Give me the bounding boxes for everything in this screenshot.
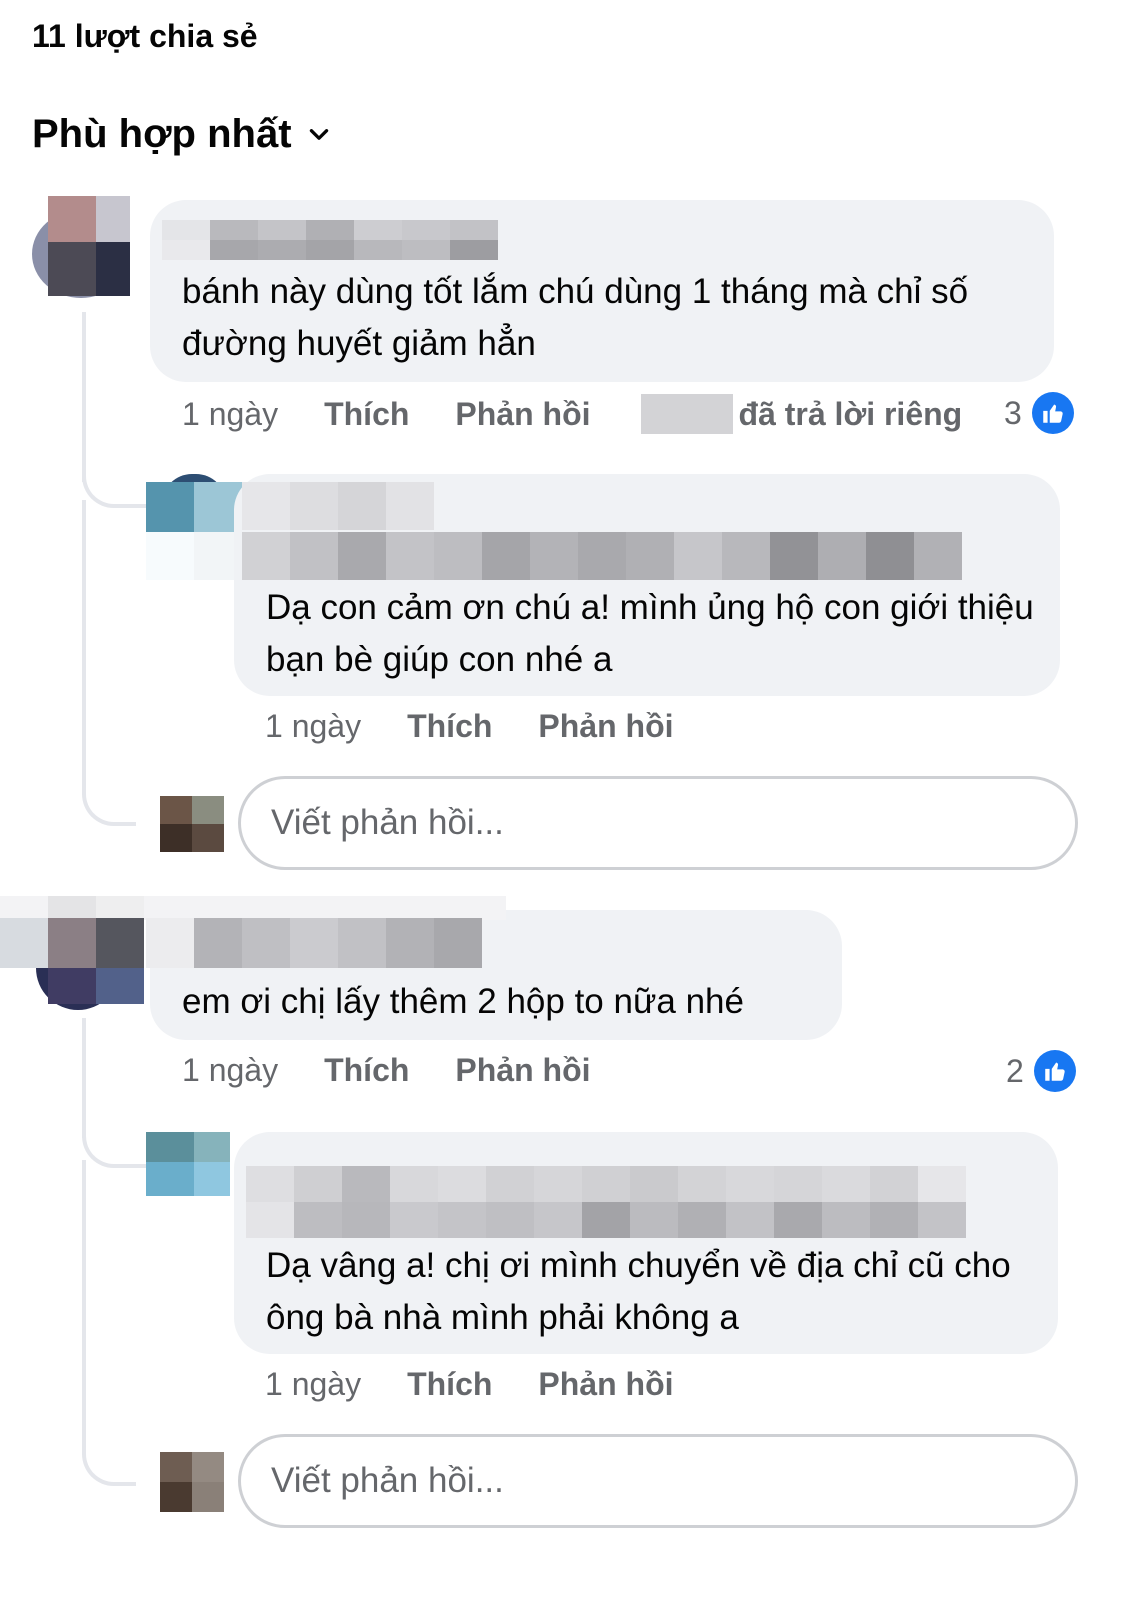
like-button[interactable]: Thích [324, 396, 409, 433]
like-button[interactable]: Thích [407, 708, 492, 745]
author-badge-redacted [242, 532, 962, 580]
reply-text: Dạ vâng a! chị ơi mình chuyển về địa chỉ… [266, 1246, 1011, 1337]
reply-time[interactable]: 1 ngày [265, 1366, 361, 1403]
thread-connector [82, 1440, 136, 1486]
current-user-avatar [160, 1452, 224, 1512]
comment-bubble: bánh này dùng tốt lắm chú dùng 1 tháng m… [150, 200, 1054, 382]
comment-time[interactable]: 1 ngày [182, 396, 278, 433]
reply-button[interactable]: Phản hồi [538, 708, 673, 745]
sort-label: Phù hợp nhất [32, 112, 292, 156]
author-name-redacted [162, 220, 498, 260]
author-name-redacted [242, 482, 442, 530]
reply-actions: 1 ngày Thích Phản hồi [265, 708, 720, 745]
avatar[interactable] [32, 196, 130, 300]
comment-time[interactable]: 1 ngày [182, 1052, 278, 1089]
reaction-summary[interactable]: 2 [1006, 1050, 1076, 1092]
reply-button[interactable]: Phản hồi [455, 396, 590, 433]
reaction-count: 3 [1004, 394, 1022, 431]
share-count[interactable]: 11 lượt chia sẻ [32, 18, 258, 55]
current-user-avatar [160, 796, 224, 852]
chevron-down-icon [309, 128, 328, 140]
reply-input-placeholder: Viết phản hồi... [271, 1461, 504, 1500]
like-button[interactable]: Thích [324, 1052, 409, 1089]
author-badge-redacted [246, 1166, 966, 1244]
reply-actions: 1 ngày Thích Phản hồi [265, 1366, 720, 1403]
comment-actions: 1 ngày Thích Phản hồi [182, 1052, 637, 1089]
reply-button[interactable]: Phản hồi [538, 1366, 673, 1403]
reply-bubble: Dạ con cảm ơn chú a! mình ủng hộ con giớ… [234, 474, 1060, 696]
reply-button[interactable]: Phản hồi [455, 1052, 590, 1089]
like-reaction-icon [1033, 1050, 1076, 1092]
private-reply-author-redacted [640, 394, 733, 434]
reply-input-placeholder: Viết phản hồi... [271, 803, 504, 842]
comment-text: bánh này dùng tốt lắm chú dùng 1 tháng m… [182, 272, 969, 363]
reply-text: Dạ con cảm ơn chú a! mình ủng hộ con giớ… [266, 588, 1034, 679]
thread-connector [82, 470, 146, 508]
sort-dropdown[interactable]: Phù hợp nhất [32, 112, 332, 157]
thread-connector [82, 780, 136, 826]
reaction-summary[interactable]: 3 [1004, 392, 1074, 434]
thread-line [82, 312, 86, 482]
avatar[interactable] [146, 1132, 230, 1196]
reply-input[interactable]: Viết phản hồi... [238, 1434, 1078, 1528]
like-button[interactable]: Thích [407, 1366, 492, 1403]
thread-line [82, 1018, 86, 1138]
thread-line [82, 500, 86, 790]
thread-line [82, 1160, 86, 1450]
avatar[interactable] [146, 474, 242, 586]
private-reply-label[interactable]: đã trả lời riêng [739, 396, 963, 433]
avatar[interactable] [0, 896, 490, 1014]
reply-time[interactable]: 1 ngày [265, 708, 361, 745]
thread-connector [82, 1130, 146, 1168]
comment-actions: 1 ngày Thích Phản hồi đã trả lời riêng [182, 394, 962, 434]
reaction-count: 2 [1006, 1052, 1024, 1089]
reply-input[interactable]: Viết phản hồi... [238, 776, 1078, 870]
reply-bubble: Dạ vâng a! chị ơi mình chuyển về địa chỉ… [234, 1132, 1058, 1354]
like-reaction-icon [1031, 392, 1074, 434]
